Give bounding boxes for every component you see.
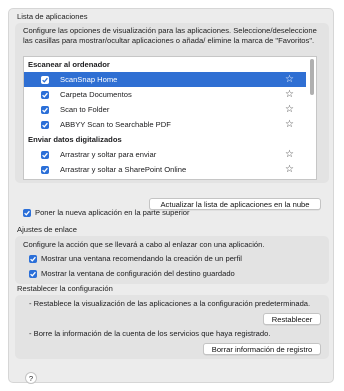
- help-button[interactable]: ?: [25, 372, 37, 384]
- list-item-label: Arrastrar y soltar para enviar: [60, 150, 157, 159]
- delete-description: - Borre la información de la cuenta de l…: [29, 329, 271, 338]
- app-checkbox[interactable]: [41, 120, 49, 129]
- profile-window-label: Mostrar una ventana recomendando la crea…: [41, 254, 242, 263]
- list-item-label: Carpeta Documentos: [60, 90, 132, 99]
- preferences-panel: Lista de aplicaciones Configure las opci…: [8, 8, 334, 384]
- delete-registration-button[interactable]: Borrar información de registro: [203, 343, 321, 355]
- list-item-label: Scan to Folder: [60, 105, 110, 114]
- saved-destination-label: Mostrar la ventana de configuración del …: [41, 269, 235, 278]
- list-group-header: Enviar datos digitalizados: [24, 132, 306, 147]
- list-item[interactable]: Carpeta Documentos ☆: [24, 87, 306, 102]
- star-outline-icon[interactable]: ☆: [285, 87, 294, 102]
- app-checkbox[interactable]: [41, 165, 49, 174]
- app-list-group: Configure las opciones de visualización …: [15, 23, 329, 210]
- star-outline-icon[interactable]: ☆: [285, 117, 294, 132]
- link-settings-title: Ajustes de enlace: [17, 225, 77, 234]
- app-list: Escanear al ordenador ScanSnap Home ☆ Ca…: [23, 56, 317, 180]
- list-scrollbar[interactable]: [310, 59, 314, 95]
- restore-title: Restablecer la configuración: [17, 284, 113, 293]
- list-item[interactable]: Scan to Folder ☆: [24, 102, 306, 117]
- app-checkbox[interactable]: [41, 150, 49, 159]
- link-settings-description: Configure la acción que se llevará a cab…: [23, 240, 265, 249]
- new-app-top-label: Poner la nueva aplicación en la parte su…: [35, 208, 190, 217]
- link-settings-group: Configure la acción que se llevará a cab…: [15, 236, 329, 284]
- star-outline-icon[interactable]: ☆: [285, 102, 294, 117]
- list-group-header: Escanear al ordenador: [24, 57, 306, 72]
- list-item-label: ABBYY Scan to Searchable PDF: [60, 120, 171, 129]
- star-outline-icon[interactable]: ☆: [285, 147, 294, 162]
- app-list-description: Configure las opciones de visualización …: [23, 26, 317, 45]
- star-outline-icon[interactable]: ☆: [285, 72, 294, 87]
- new-app-top-checkbox[interactable]: [23, 209, 31, 217]
- restore-description: - Restablece la visualización de las apl…: [29, 299, 311, 308]
- list-item[interactable]: Arrastrar y soltar a SharePoint Online ☆: [24, 162, 306, 177]
- restore-button[interactable]: Restablecer: [263, 313, 321, 325]
- list-item-label: Arrastrar y soltar a SharePoint Online: [60, 165, 187, 174]
- app-list-title: Lista de aplicaciones: [17, 12, 88, 21]
- star-outline-icon[interactable]: ☆: [285, 162, 294, 177]
- saved-destination-checkbox[interactable]: [29, 270, 37, 278]
- app-checkbox[interactable]: [41, 75, 49, 84]
- app-checkbox[interactable]: [41, 105, 49, 114]
- profile-window-checkbox[interactable]: [29, 255, 37, 263]
- list-item-label: ScanSnap Home: [60, 75, 118, 84]
- restore-group: - Restablece la visualización de las apl…: [15, 295, 329, 359]
- app-checkbox[interactable]: [41, 90, 49, 99]
- list-item[interactable]: Arrastrar y soltar para enviar ☆: [24, 147, 306, 162]
- list-item[interactable]: ABBYY Scan to Searchable PDF ☆: [24, 117, 306, 132]
- list-item[interactable]: ScanSnap Home ☆: [24, 72, 306, 87]
